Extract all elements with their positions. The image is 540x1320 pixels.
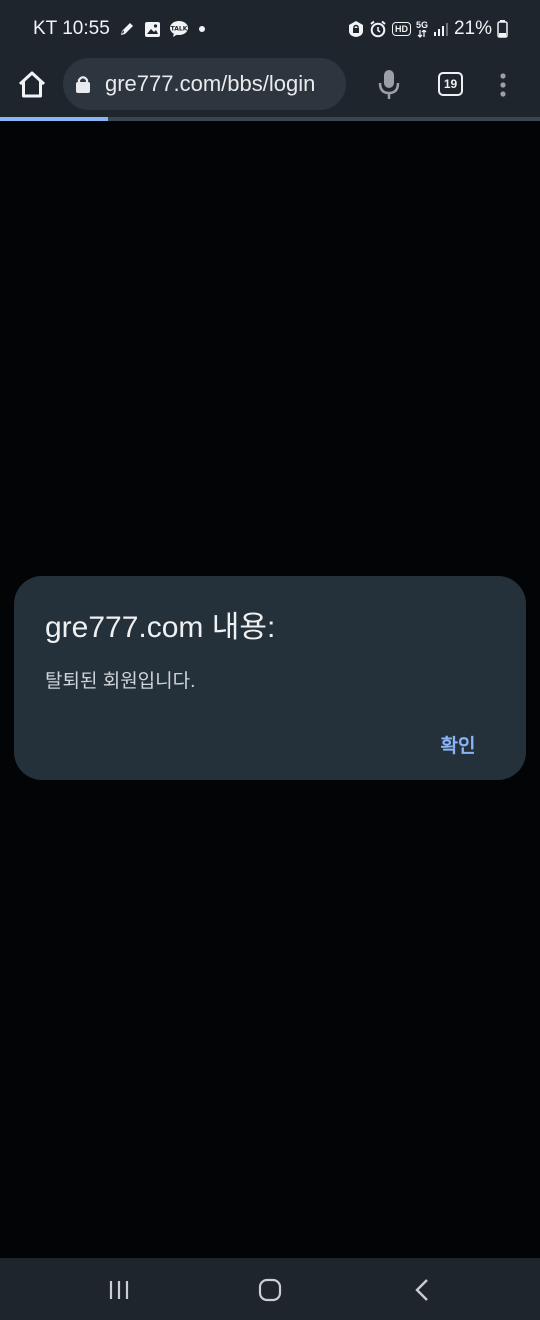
more-vert-icon bbox=[500, 73, 506, 97]
5g-icon: 5G bbox=[415, 19, 428, 38]
network-type: 5G bbox=[415, 19, 428, 30]
tab-count: 19 bbox=[443, 77, 458, 91]
back-button[interactable] bbox=[407, 1275, 437, 1305]
dialog-title: gre777.com 내용: bbox=[45, 611, 276, 644]
tab-switcher-button[interactable]: 19 bbox=[438, 72, 463, 96]
status-left: KT 10:55 TALK bbox=[33, 18, 207, 40]
home-nav-button[interactable] bbox=[255, 1275, 285, 1305]
pencil-icon bbox=[118, 20, 136, 38]
mic-icon bbox=[378, 70, 400, 99]
url-text: gre777.com/bbs/login bbox=[105, 71, 316, 96]
home-button[interactable] bbox=[14, 67, 50, 103]
dialog-message: 탈퇴된 회원입니다. bbox=[45, 671, 196, 692]
navigation-bar bbox=[0, 1258, 540, 1320]
confirm-button[interactable]: 확인 bbox=[422, 726, 494, 762]
home-icon bbox=[18, 71, 46, 98]
battery-percent: 21% bbox=[453, 18, 492, 39]
status-bar: KT 10:55 TALK HD 5G 21% bbox=[0, 0, 540, 56]
lock-icon bbox=[76, 76, 90, 93]
back-icon bbox=[415, 1279, 428, 1301]
signal-icon bbox=[433, 21, 449, 37]
recents-button[interactable] bbox=[104, 1275, 134, 1305]
status-right: HD 5G 21% bbox=[348, 18, 508, 40]
kakaotalk-icon: TALK bbox=[169, 20, 189, 38]
svg-text:TALK: TALK bbox=[170, 26, 187, 33]
hd-icon: HD bbox=[391, 22, 411, 36]
lock-badge-icon bbox=[348, 20, 364, 38]
browser-toolbar: gre777.com/bbs/login 19 bbox=[0, 56, 540, 118]
battery-icon bbox=[497, 20, 508, 38]
recents-icon bbox=[109, 1281, 129, 1299]
voice-search-button[interactable] bbox=[374, 68, 404, 102]
alert-dialog: gre777.com 내용: 탈퇴된 회원입니다. 확인 bbox=[14, 576, 526, 780]
more-options-button[interactable] bbox=[493, 70, 513, 100]
gallery-icon bbox=[144, 21, 161, 38]
home-nav-icon bbox=[258, 1278, 282, 1302]
url-bar[interactable]: gre777.com/bbs/login bbox=[63, 58, 346, 110]
alarm-icon bbox=[369, 20, 387, 38]
dot-icon bbox=[197, 24, 207, 34]
carrier-time: KT 10:55 bbox=[33, 18, 110, 39]
